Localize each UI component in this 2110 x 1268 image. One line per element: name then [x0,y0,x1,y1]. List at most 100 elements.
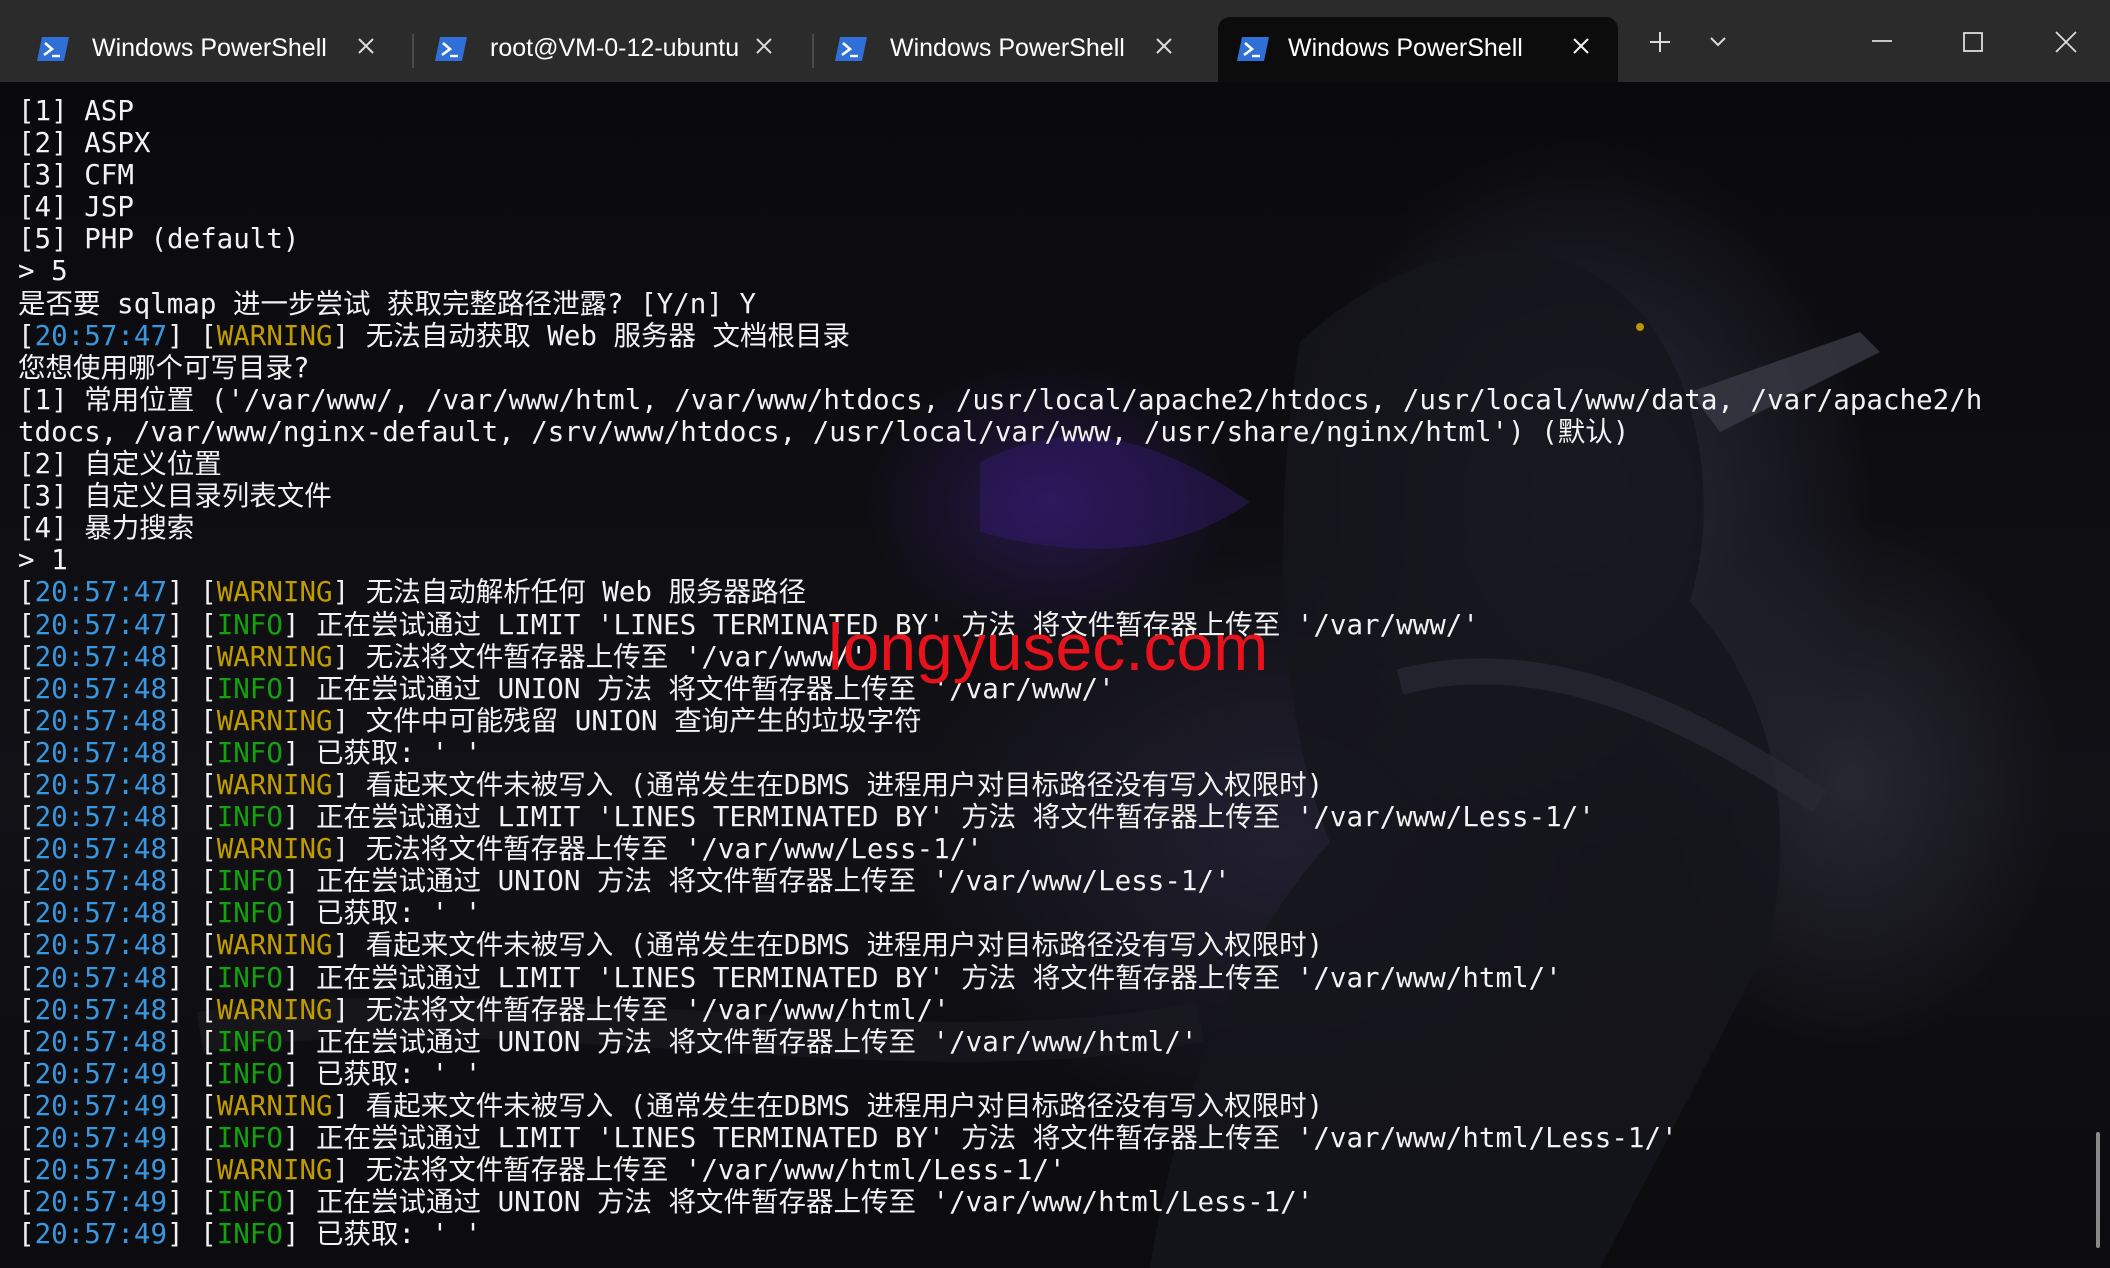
log-level: WARNING [216,993,333,1026]
bracket: [ [18,897,35,930]
log-level: INFO [216,1218,283,1251]
log-level: INFO [216,1025,283,1058]
bracket: ] [ [167,929,217,962]
terminal-line: tdocs, /var/www/nginx-default, /srv/www/… [18,416,2098,448]
tab-root-vm[interactable]: root@VM-0-12-ubuntu [406,17,801,82]
line-text: [5] PHP (default) [18,223,300,256]
bracket: ] [ [167,608,217,641]
line-text: [2] ASPX [18,127,151,160]
bracket: ] [282,1057,317,1090]
line-text: [3] CFM [18,159,134,192]
bracket: [ [18,736,35,769]
powershell-icon [1237,37,1269,61]
log-timestamp: 20:57:48 [34,768,168,801]
close-icon[interactable] [351,31,381,61]
log-timestamp: 20:57:47 [34,608,168,641]
bracket: [ [18,1057,35,1090]
bracket: ] [ [167,319,217,352]
log-message: 无法将文件暂存器上传至 '/var/www/html/Less-1/' [365,1154,1066,1187]
line-text: 是否要 sqlmap 进一步尝试 获取完整路径泄露? [Y/n] Y [18,287,757,320]
log-message: 无法将文件暂存器上传至 '/var/www/Less-1/' [365,833,983,866]
log-message: 已获取: ' ' [316,897,482,930]
log-message: 正在尝试通过 LIMIT 'LINES TERMINATED BY' 方法 将文… [316,961,1562,994]
log-message: 无法将文件暂存器上传至 '/var/www/html/' [365,993,950,1026]
bracket: ] [282,1218,317,1251]
log-message: 看起来文件未被写入 (通常发生在DBMS 进程用户对目标路径没有写入权限时) [365,929,1324,962]
log-message: 无法自动获取 Web 服务器 文档根目录 [365,319,851,352]
log-timestamp: 20:57:48 [34,1025,168,1058]
scrollbar-thumb[interactable] [2096,1132,2100,1248]
bracket: ] [332,929,366,962]
terminal-line: [20:57:47] [WARNING] 无法自动解析任何 Web 服务器路径 [18,576,2098,608]
terminal-line: > 1 [18,544,2098,576]
powershell-icon [435,37,467,61]
terminal-line: [20:57:48] [INFO] 已获取: ' ' [18,737,2098,769]
terminal-line: [20:57:49] [INFO] 正在尝试通过 LIMIT 'LINES TE… [18,1122,2098,1154]
bracket: [ [18,672,35,705]
terminal-line: > 5 [18,255,2098,287]
terminal-line: [20:57:48] [WARNING] 看起来文件未被写入 (通常发生在DBM… [18,769,2098,801]
log-message: 已获取: ' ' [316,1057,482,1090]
bracket: ] [332,993,366,1026]
window-close-icon[interactable] [2046,22,2086,62]
bracket: [ [18,1122,35,1154]
bracket: ] [ [167,768,217,801]
powershell-icon [37,37,69,61]
log-timestamp: 20:57:48 [34,993,168,1026]
log-timestamp: 20:57:48 [34,961,168,994]
bracket: [ [18,865,35,898]
line-text: 您想使用哪个可写目录? [18,351,310,384]
tab-windows-powershell-1[interactable]: Windows PowerShell [8,17,403,82]
log-level: WARNING [216,319,333,352]
log-message: 正在尝试通过 UNION 方法 将文件暂存器上传至 '/var/www/html… [316,1025,1198,1058]
plus-icon[interactable] [1640,22,1680,62]
close-icon[interactable] [1149,31,1179,61]
log-message: 正在尝试通过 UNION 方法 将文件暂存器上传至 '/var/www/Less… [316,865,1231,898]
close-icon[interactable] [749,31,779,61]
terminal-line: [20:57:48] [INFO] 正在尝试通过 UNION 方法 将文件暂存器… [18,1026,2098,1058]
bracket: ] [282,897,317,930]
terminal-line: [20:57:49] [WARNING] 无法将文件暂存器上传至 '/var/w… [18,1154,2098,1186]
tab-label: Windows PowerShell [1288,34,1523,62]
tab-label: root@VM-0-12-ubuntu [490,34,740,62]
minimize-icon[interactable] [1862,22,1902,62]
bracket: ] [332,319,366,352]
terminal-line: [20:57:48] [INFO] 正在尝试通过 LIMIT 'LINES TE… [18,962,2098,994]
log-timestamp: 20:57:49 [34,1057,168,1090]
log-timestamp: 20:57:49 [34,1122,168,1154]
close-icon[interactable] [1566,31,1596,61]
bracket: ] [282,736,317,769]
tab-bar: Windows PowerShell root@VM-0-12-ubuntu W… [0,0,2110,82]
bracket: ] [332,1089,366,1122]
log-timestamp: 20:57:48 [34,833,168,866]
bracket: ] [282,608,317,641]
log-message: 无法将文件暂存器上传至 '/var/www/' [365,640,867,673]
log-level: INFO [216,1122,283,1154]
bracket: [ [18,640,35,673]
log-level: WARNING [216,929,333,962]
bracket: [ [18,768,35,801]
bracket: ] [ [167,672,217,705]
bracket: [ [18,704,35,737]
bracket: ] [ [167,993,217,1026]
bracket: [ [18,1154,35,1187]
bracket: [ [18,1025,35,1058]
maximize-icon[interactable] [1953,22,1993,62]
terminal-output[interactable]: [1] ASP [2] ASPX [3] CFM [4] JSP [5] PHP (de… [0,82,2110,1268]
log-level: INFO [216,897,283,930]
bracket: ] [ [167,704,217,737]
log-level: INFO [216,801,283,834]
log-message: 正在尝试通过 UNION 方法 将文件暂存器上传至 '/var/www/html… [316,1186,1314,1219]
log-timestamp: 20:57:49 [34,1154,168,1187]
bracket: ] [332,576,366,609]
tab-windows-powershell-2[interactable]: Windows PowerShell [806,17,1201,82]
line-text: > 1 [18,544,68,577]
bracket: ] [ [167,640,217,673]
bracket: ] [ [167,833,217,866]
chevron-down-icon[interactable] [1698,22,1738,62]
terminal-line: [4] 暴力搜索 [18,512,2098,544]
tab-windows-powershell-active[interactable]: Windows PowerShell [1218,17,1618,82]
terminal-line: [20:57:49] [INFO] 已获取: ' ' [18,1218,2098,1250]
log-timestamp: 20:57:48 [34,672,168,705]
terminal-line: [20:57:48] [WARNING] 无法将文件暂存器上传至 '/var/w… [18,833,2098,865]
